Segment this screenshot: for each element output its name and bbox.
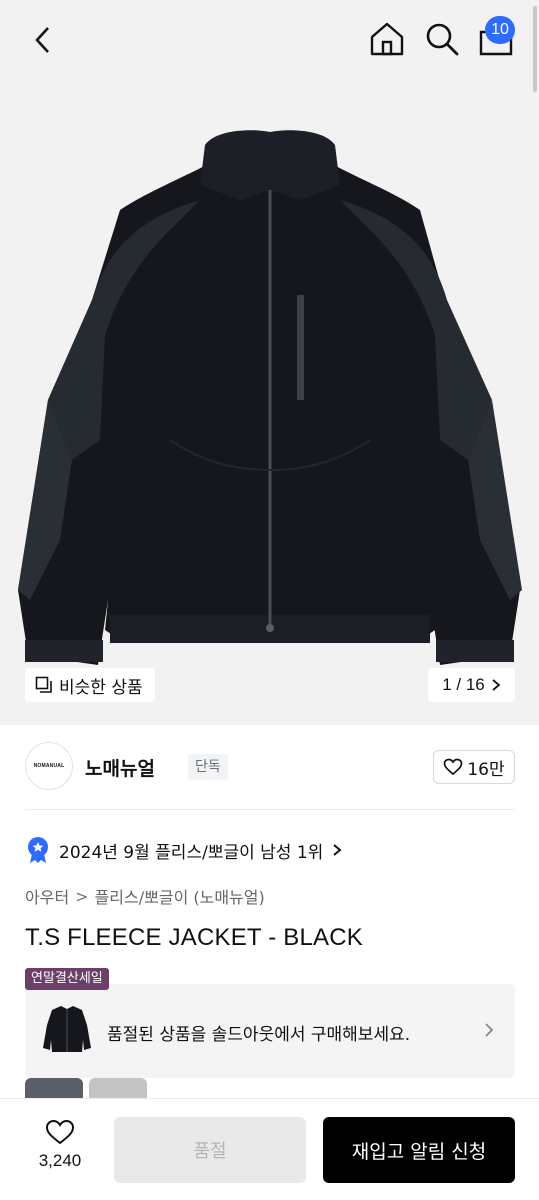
similar-items-icon — [35, 676, 52, 693]
heart-icon — [45, 1119, 75, 1145]
scrollbar[interactable] — [533, 6, 537, 92]
brand-like-count: 16만 — [467, 759, 505, 780]
product-detail-page: 비슷한 상품 1 / 16 10 NOMANUAL 노매뉴얼 단독 16만 20… — [0, 0, 539, 1200]
chevron-right-icon — [485, 1023, 494, 1037]
wishlist-count: 3,240 — [38, 1151, 82, 1170]
ranking-medal-icon — [28, 837, 48, 863]
brand-like-button[interactable]: 16만 — [433, 750, 515, 784]
ranking-text: 2024년 9월 플리스/뽀글이 남성 1위 — [59, 842, 324, 863]
related-thumbnail[interactable] — [89, 1078, 147, 1100]
divider — [25, 809, 515, 810]
image-page-text: 1 / 16 — [442, 675, 485, 694]
breadcrumb: 아우터 > 플리스/뽀글이 (노매뉴얼) — [25, 884, 265, 908]
soldout-promo-text: 품절된 상품을 솔드아웃에서 구매해보세요. — [107, 1025, 411, 1045]
related-thumbnails — [25, 1078, 147, 1100]
back-icon — [35, 27, 49, 53]
brand-name[interactable]: 노매뉴얼 — [85, 754, 155, 781]
product-image-gallery[interactable]: 비슷한 상품 1 / 16 — [0, 0, 539, 725]
product-image — [18, 130, 522, 665]
sale-tag: 연말결산세일 — [25, 968, 109, 990]
cart-count-badge: 10 — [485, 16, 515, 44]
image-page-indicator[interactable]: 1 / 16 — [428, 668, 515, 702]
breadcrumb-item-fleece[interactable]: 플리스/뽀글이 (노매뉴얼) — [95, 884, 265, 908]
search-icon[interactable] — [423, 20, 461, 58]
breadcrumb-separator: > — [75, 886, 89, 906]
brand-row: NOMANUAL 노매뉴얼 단독 16만 — [25, 742, 515, 794]
restock-alert-button[interactable]: 재입고 알림 신청 — [323, 1117, 515, 1183]
home-icon[interactable] — [368, 20, 406, 58]
chevron-right-icon — [333, 844, 342, 856]
brand-logo[interactable]: NOMANUAL — [25, 742, 73, 790]
soldout-product-thumbnail — [43, 1006, 91, 1052]
exclusive-badge: 단독 — [188, 754, 228, 780]
top-navigation-bar: 10 — [0, 0, 539, 80]
soldout-promo-card[interactable]: 품절된 상품을 솔드아웃에서 구매해보세요. — [25, 984, 515, 1078]
product-title: T.S FLEECE JACKET - BLACK — [25, 924, 363, 951]
back-button[interactable] — [24, 22, 60, 58]
similar-products-button[interactable]: 비슷한 상품 — [25, 668, 155, 702]
brand-logo-text: NOMANUAL — [33, 763, 65, 769]
breadcrumb-item-outer[interactable]: 아우터 — [25, 884, 69, 908]
soldout-button: 품절 — [114, 1117, 306, 1183]
wishlist-button[interactable]: 3,240 — [25, 1119, 95, 1183]
heart-icon — [444, 758, 463, 776]
related-thumbnail[interactable] — [25, 1078, 83, 1100]
ranking-banner[interactable]: 2024년 9월 플리스/뽀글이 남성 1위 — [25, 835, 343, 865]
chevron-right-icon — [492, 679, 501, 691]
bottom-action-bar: 3,240 품절 재입고 알림 신청 — [0, 1098, 539, 1200]
similar-products-label: 비슷한 상품 — [59, 677, 143, 698]
